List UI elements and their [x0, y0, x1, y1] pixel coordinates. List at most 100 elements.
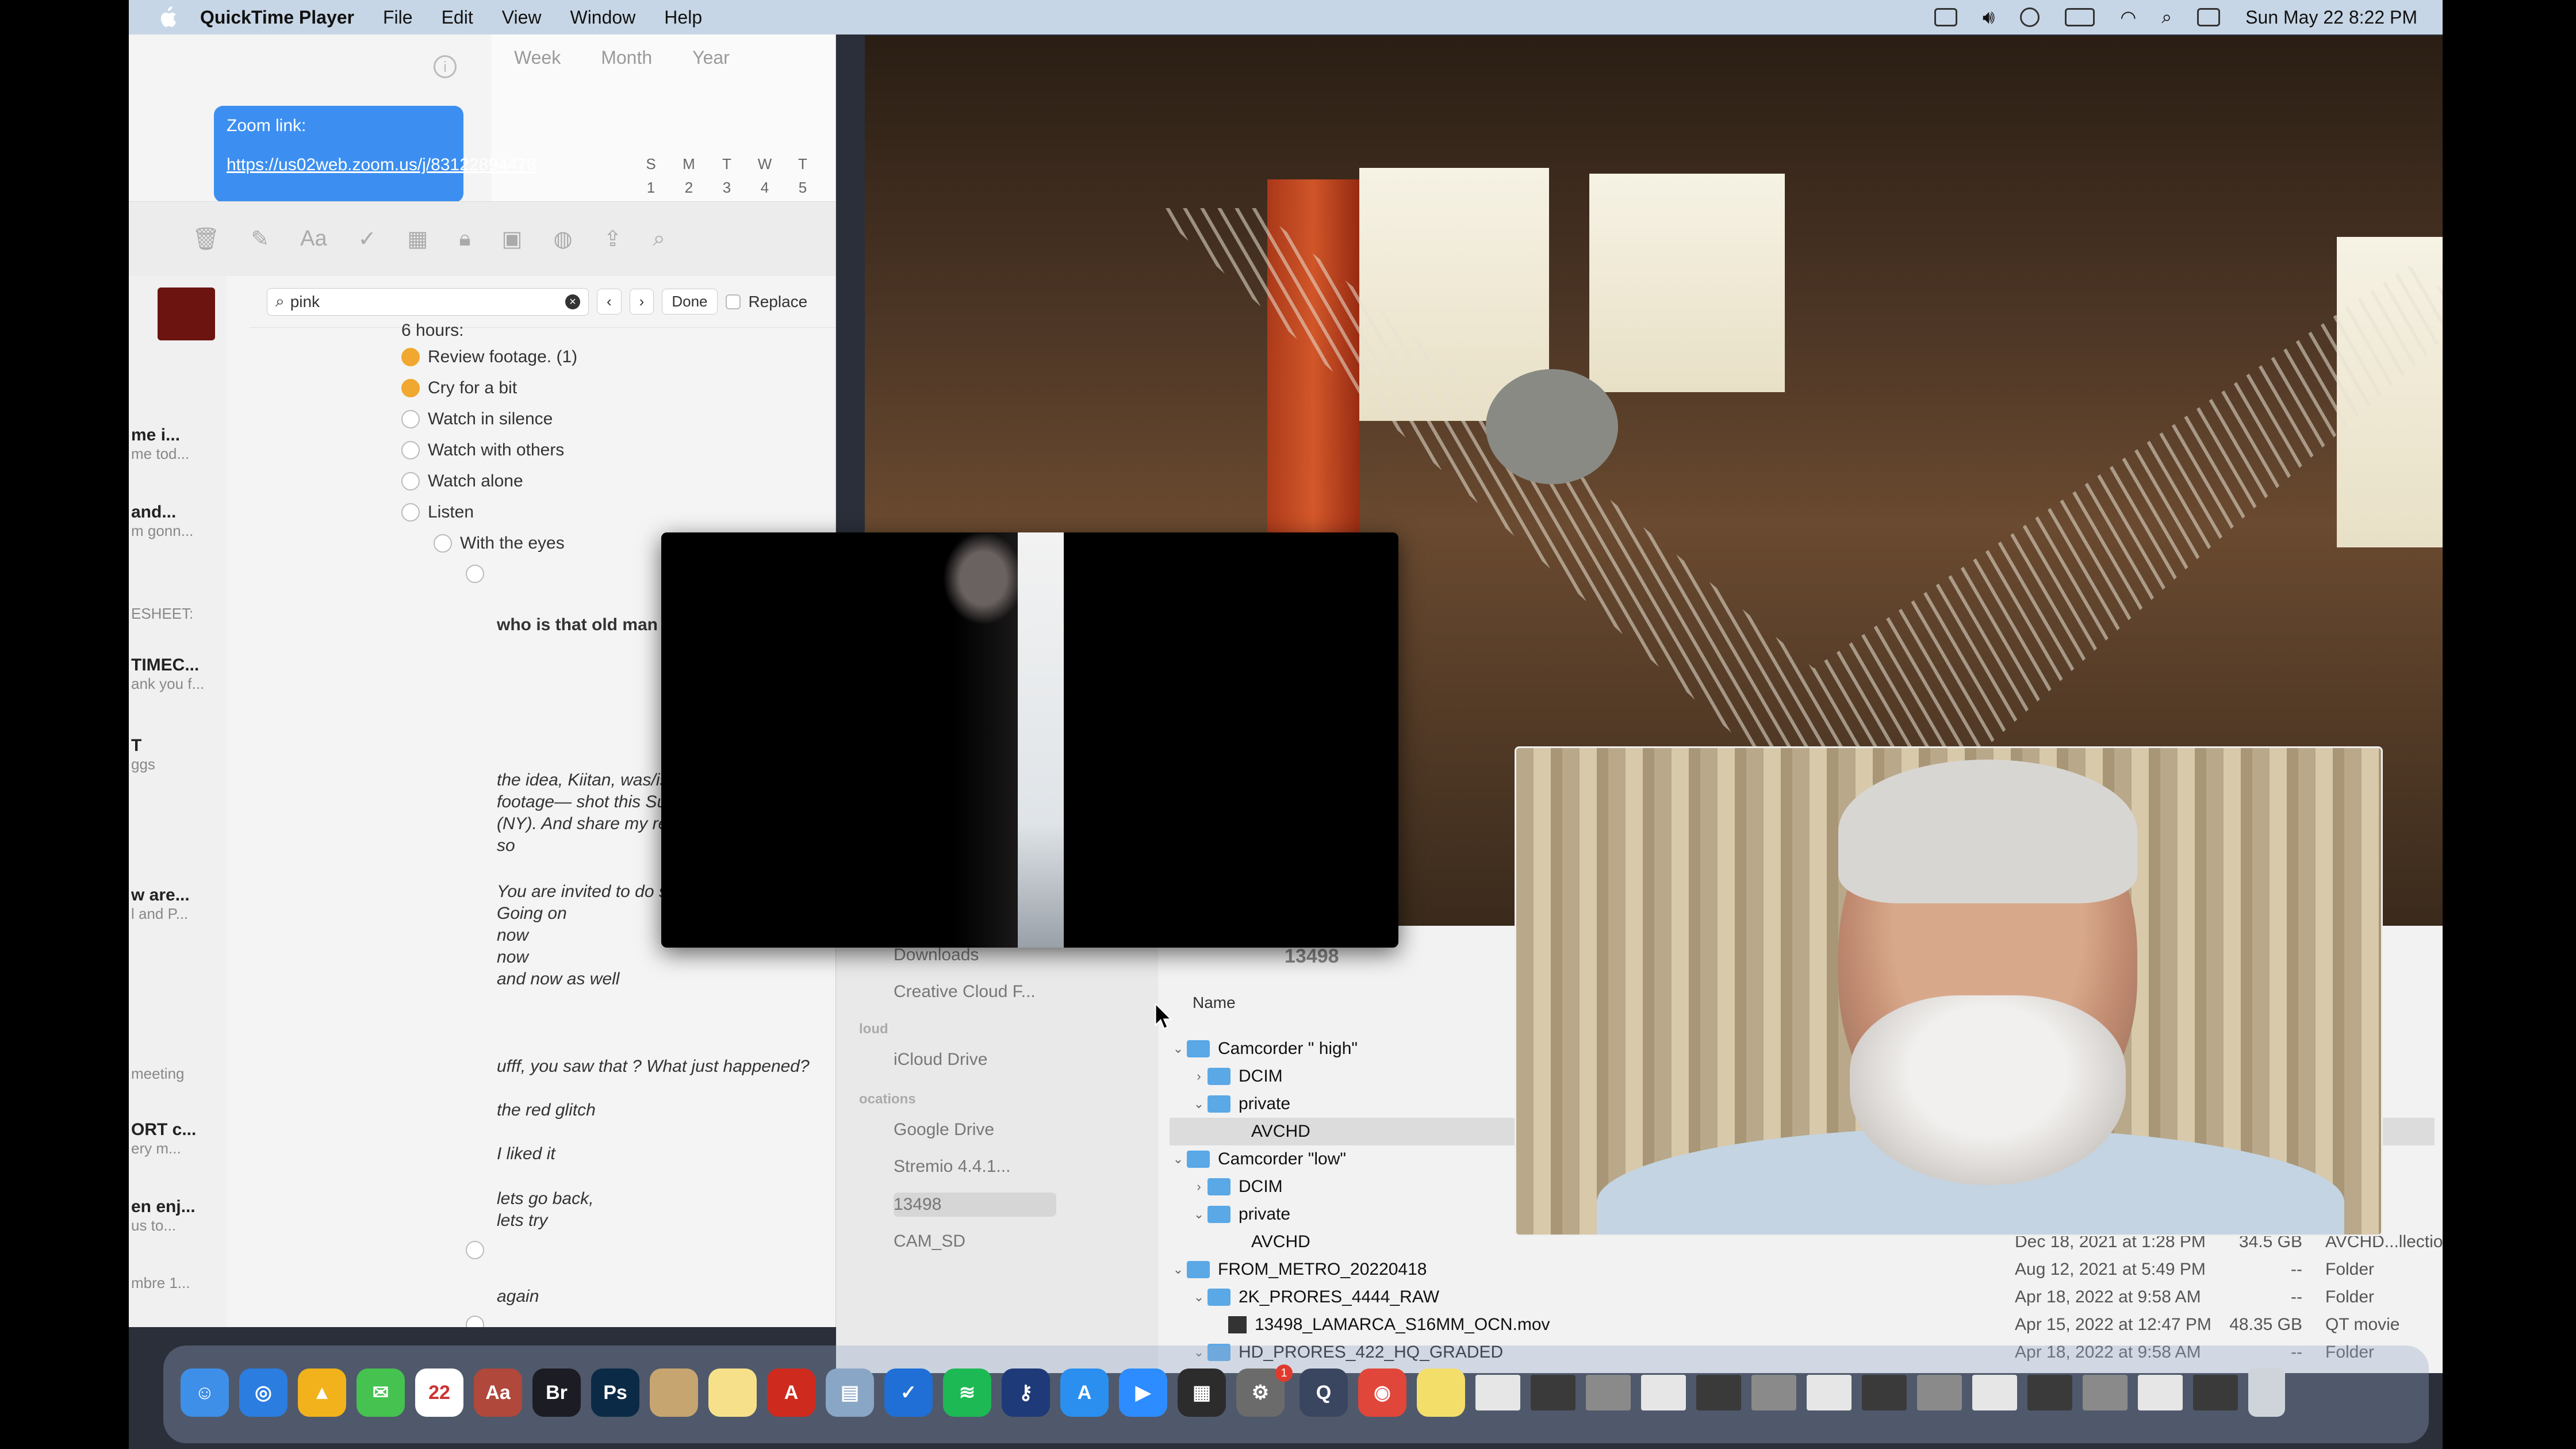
- format-text-icon[interactable]: Aa: [300, 227, 327, 251]
- checkbox[interactable]: [466, 565, 484, 583]
- sidebar-item-stremio[interactable]: Stremio 4.4.1...: [894, 1157, 1010, 1176]
- dock-calendar-icon[interactable]: 22: [415, 1368, 463, 1417]
- checklist-item[interactable]: Cry for a bit: [401, 378, 517, 398]
- calendar-date[interactable]: 6: [822, 179, 835, 197]
- menu-view[interactable]: View: [502, 7, 542, 28]
- checklist-item[interactable]: With the eyes: [434, 534, 565, 553]
- dock-dictionary-icon[interactable]: Aa: [474, 1368, 522, 1417]
- checkbox[interactable]: [401, 441, 420, 459]
- compose-icon[interactable]: ✎: [251, 226, 269, 252]
- dock-document-thumbnail[interactable]: [1807, 1375, 1851, 1410]
- table-icon[interactable]: ▦: [407, 226, 428, 252]
- dock-preview-icon[interactable]: ▤: [826, 1368, 874, 1417]
- info-icon[interactable]: i: [434, 55, 457, 78]
- dock-tasks-icon[interactable]: ✓: [884, 1368, 933, 1417]
- dock-stickies-icon[interactable]: [1417, 1368, 1465, 1417]
- calendar-date[interactable]: 4: [746, 179, 784, 197]
- zoom-link[interactable]: https://us02web.zoom.us/j/83122894478: [227, 154, 536, 176]
- delete-icon[interactable]: 🗑︎: [192, 227, 220, 252]
- name-column-header[interactable]: Name: [1193, 994, 1236, 1012]
- dock-document-thumbnail[interactable]: [2193, 1375, 2238, 1410]
- menu-edit[interactable]: Edit: [442, 7, 473, 28]
- menu-file[interactable]: File: [383, 7, 413, 28]
- dock-document-thumbnail[interactable]: [1862, 1375, 1907, 1410]
- disclosure-expanded-icon[interactable]: ⌄: [1190, 1207, 1208, 1222]
- sidebar-item-icloud-drive[interactable]: iCloud Drive: [894, 1050, 987, 1070]
- clear-search-icon[interactable]: ×: [565, 294, 580, 309]
- dock-acrobat-icon[interactable]: A: [767, 1368, 815, 1417]
- list-item[interactable]: ESHEET:: [131, 605, 223, 623]
- list-item[interactable]: w are... l and P...: [131, 885, 223, 923]
- disclosure-expanded-icon[interactable]: ⌄: [1170, 1262, 1187, 1277]
- calendar-date[interactable]: 3: [708, 179, 746, 197]
- collaborate-icon[interactable]: ◍: [553, 226, 572, 252]
- checklist-item[interactable]: Watch with others: [401, 440, 564, 460]
- play-status-icon[interactable]: [2020, 7, 2040, 27]
- sidebar-item-downloads[interactable]: Downloads: [894, 945, 979, 965]
- media-icon[interactable]: ▣: [502, 226, 523, 252]
- table-row[interactable]: ⌄ 2K_PRORES_4444_RAW Apr 18, 2022 at 9:58 …: [1170, 1283, 2435, 1311]
- list-item[interactable]: me i... me tod...: [131, 425, 223, 463]
- list-item[interactable]: ORT c... ery m...: [131, 1120, 223, 1157]
- checkbox[interactable]: [401, 410, 420, 428]
- checklist-item[interactable]: Listen: [401, 503, 474, 522]
- list-item[interactable]: en enj... us to...: [131, 1197, 223, 1235]
- dock-bridge-icon[interactable]: Br: [532, 1368, 581, 1417]
- control-center-icon[interactable]: [2197, 8, 2221, 26]
- dock-chrome-icon[interactable]: ◉: [1358, 1368, 1406, 1417]
- dock-document-thumbnail[interactable]: [2083, 1375, 2128, 1410]
- checklist-icon[interactable]: ✓: [358, 226, 377, 252]
- menu-window[interactable]: Window: [570, 7, 635, 28]
- dock-spotify-icon[interactable]: ≋: [943, 1368, 991, 1417]
- note-thumbnail[interactable]: [158, 288, 215, 340]
- dock-safari-icon[interactable]: ◎: [239, 1368, 288, 1417]
- checklist-item[interactable]: Review footage. (1): [401, 347, 577, 367]
- list-item[interactable]: TIMEC... ank you f...: [131, 656, 223, 693]
- dock-document-thumbnail[interactable]: [2138, 1375, 2183, 1410]
- checklist-item[interactable]: Watch in silence: [401, 409, 553, 429]
- dock-document-thumbnail[interactable]: [1917, 1375, 1962, 1410]
- search-icon[interactable]: ⌕: [653, 227, 665, 251]
- disclosure-collapsed-icon[interactable]: ›: [1190, 1179, 1208, 1194]
- quicktime-video-window-small[interactable]: [661, 532, 1398, 948]
- menu-help[interactable]: Help: [664, 7, 702, 28]
- dock-zoom-icon[interactable]: ▶: [1119, 1368, 1167, 1417]
- dock-folder-icon[interactable]: [650, 1368, 698, 1417]
- done-button[interactable]: Done: [662, 289, 718, 315]
- trash-icon[interactable]: [2248, 1368, 2285, 1417]
- dock-document-thumbnail[interactable]: [1586, 1375, 1631, 1410]
- battery-icon[interactable]: [2065, 8, 2095, 26]
- checklist-item[interactable]: Watch alone: [401, 471, 523, 491]
- wifi-icon[interactable]: ◠: [2120, 6, 2136, 28]
- app-menu[interactable]: QuickTime Player: [200, 7, 354, 28]
- dock-notes-icon[interactable]: [708, 1368, 757, 1417]
- checkbox[interactable]: [401, 503, 420, 522]
- checkbox[interactable]: [401, 348, 420, 366]
- sidebar-item-13498[interactable]: 13498: [894, 1193, 1057, 1217]
- dock-finder-icon[interactable]: ☺: [181, 1368, 229, 1417]
- sidebar-item-google-drive[interactable]: Google Drive: [894, 1120, 994, 1140]
- dock-document-thumbnail[interactable]: [1696, 1375, 1741, 1410]
- dock-keychain-icon[interactable]: ⚷: [1002, 1368, 1050, 1417]
- dock-photoshop-icon[interactable]: Ps: [591, 1368, 639, 1417]
- list-item[interactable]: and... m gonn...: [131, 503, 223, 540]
- list-item[interactable]: meeting: [131, 1065, 223, 1083]
- calendar-tab-year[interactable]: Year: [692, 47, 730, 68]
- volume-icon[interactable]: 🔊︎: [1983, 6, 1995, 29]
- replace-checkbox[interactable]: [725, 294, 741, 309]
- sidebar-item-cam-sd[interactable]: CAM_SD: [894, 1232, 965, 1251]
- calendar-tab-week[interactable]: Week: [514, 47, 561, 68]
- calendar-date[interactable]: 1: [632, 179, 670, 197]
- dock-document-thumbnail[interactable]: [1972, 1375, 2017, 1410]
- dock-app-store-icon[interactable]: A: [1060, 1368, 1109, 1417]
- dock-document-thumbnail[interactable]: [1475, 1375, 1520, 1410]
- calendar-tab-month[interactable]: Month: [601, 47, 652, 68]
- dock-document-thumbnail[interactable]: [1751, 1375, 1796, 1410]
- disclosure-expanded-icon[interactable]: ⌄: [1170, 1152, 1187, 1167]
- next-match-button[interactable]: ›: [629, 289, 654, 315]
- disclosure-expanded-icon[interactable]: ⌄: [1190, 1290, 1208, 1305]
- table-row[interactable]: ⌄ FROM_METRO_20220418 Aug 12, 2021 at 5:49…: [1170, 1256, 2435, 1283]
- checkbox[interactable]: [401, 379, 420, 397]
- spotlight-search-icon[interactable]: ⌕: [2161, 6, 2172, 28]
- calendar-date[interactable]: 2: [670, 179, 708, 197]
